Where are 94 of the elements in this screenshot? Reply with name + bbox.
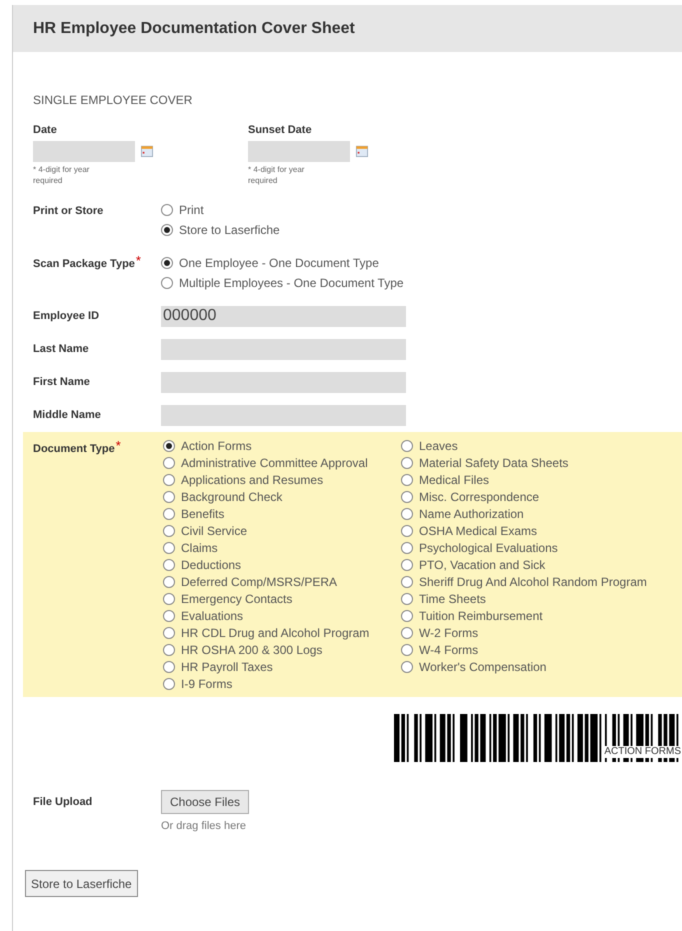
field-label: Document Type [33,442,115,456]
radio-button[interactable] [163,525,175,537]
radio-button[interactable] [163,508,175,520]
hint-text: * 4-digit for year required [33,164,90,186]
radio-option[interactable]: OSHA Medical Exams [401,522,647,540]
radio-option[interactable]: Multiple Employees - One Document Type [161,274,404,292]
field-label: Scan Package Type [33,256,135,272]
radio-button[interactable] [401,661,413,673]
radio-option[interactable]: Applications and Resumes [163,472,401,488]
field-label: Middle Name [33,408,102,423]
radio-option[interactable]: Leaves [401,438,647,454]
radio-button[interactable] [163,474,175,486]
radio-option[interactable]: Action Forms [163,438,401,454]
field-label: First Name [33,374,91,390]
field-label: Last Name [33,342,90,357]
radio-button[interactable] [163,491,175,503]
radio-option[interactable]: W-2 Forms [401,624,647,642]
radio-option[interactable]: I-9 Forms [163,676,401,692]
radio-button[interactable] [401,593,413,605]
drag-hint: Or drag files here [161,818,247,834]
radio-option[interactable]: Store to Laserfiche [161,222,280,238]
radio-option[interactable]: Benefits [163,506,401,522]
radio-button[interactable] [401,559,413,571]
field-label: Sunset Date [248,123,313,138]
radio-button[interactable] [163,542,175,554]
radio-button[interactable] [401,491,413,503]
page-title: HR Employee Documentation Cover Sheet [33,18,355,38]
radio-option[interactable]: Name Authorization [401,506,647,522]
field-label: Employee ID [33,308,100,324]
store-button[interactable]: Store to Laserfiche [25,870,138,897]
radio-button[interactable] [401,542,413,554]
radio-option[interactable]: Background Check [163,488,401,506]
radio-option[interactable]: Sheriff Drug And Alcohol Random Program [401,574,647,590]
radio-option[interactable]: HR OSHA 200 & 300 Logs [163,642,401,658]
radio-option[interactable]: HR Payroll Taxes [163,658,401,676]
radio-button[interactable] [401,508,413,520]
radio-button[interactable] [163,559,175,571]
radio-button[interactable] [163,576,175,588]
radio-button[interactable] [401,576,413,588]
radio-button[interactable] [401,644,413,656]
radio-option[interactable]: Print [161,202,280,218]
radio-option[interactable]: Emergency Contacts [163,590,401,608]
radio-option[interactable]: Tuition Reimbursement [401,608,647,624]
radio-button[interactable] [163,593,175,605]
radio-button[interactable] [161,204,173,216]
radio-option[interactable]: Administrative Committee Approval [163,454,401,472]
radio-option[interactable]: Time Sheets [401,590,647,608]
radio-button[interactable] [161,277,173,289]
radio-option[interactable]: W-4 Forms [401,642,647,658]
barcode-caption: ACTION FORMS [603,746,682,758]
radio-button[interactable] [401,457,413,469]
text-field[interactable] [161,338,406,360]
radio-button[interactable] [401,627,413,639]
text-field[interactable] [161,372,406,392]
text-field[interactable] [161,404,406,426]
radio-option[interactable]: Medical Files [401,472,647,488]
calendar-icon[interactable] [356,144,368,158]
required-mark: * [116,440,121,450]
radio-button[interactable] [163,644,175,656]
radio-option[interactable]: Deductions [163,556,401,574]
text-field[interactable]: 000000 [161,306,406,326]
date-field[interactable] [248,140,350,162]
hint-text: * 4-digit for year required [248,164,306,186]
radio-button[interactable] [163,610,175,622]
radio-option[interactable]: Material Safety Data Sheets [401,454,647,472]
field-label: Date [33,123,58,138]
radio-button[interactable] [401,440,413,452]
required-mark: * [136,256,141,266]
radio-option[interactable]: Psychological Evaluations [401,540,647,556]
radio-button[interactable] [401,525,413,537]
radio-option[interactable]: Civil Service [163,522,401,540]
radio-option[interactable]: Deferred Comp/MSRS/PERA [163,574,401,590]
field-label: File Upload [33,794,94,810]
radio-button[interactable] [163,661,175,673]
radio-button[interactable] [401,610,413,622]
radio-button[interactable] [161,224,173,236]
choose-files-button[interactable]: Choose Files [161,790,249,814]
field-label: Print or Store [33,204,104,218]
date-field[interactable] [33,140,135,162]
section-title: SINGLE EMPLOYEE COVER [33,92,194,109]
radio-option[interactable]: Evaluations [163,608,401,624]
radio-option[interactable]: Misc. Correspondence [401,488,647,506]
radio-button[interactable] [401,474,413,486]
calendar-icon[interactable] [141,144,153,158]
radio-option[interactable]: One Employee - One Document Type [161,254,404,272]
radio-button[interactable] [161,257,173,269]
radio-option[interactable]: PTO, Vacation and Sick [401,556,647,574]
radio-option[interactable]: Claims [163,540,401,556]
radio-button[interactable] [163,440,175,452]
radio-button[interactable] [163,678,175,690]
radio-button[interactable] [163,457,175,469]
radio-option[interactable]: Worker's Compensation [401,658,647,676]
radio-option[interactable]: HR CDL Drug and Alcohol Program [163,624,401,642]
radio-button[interactable] [163,627,175,639]
